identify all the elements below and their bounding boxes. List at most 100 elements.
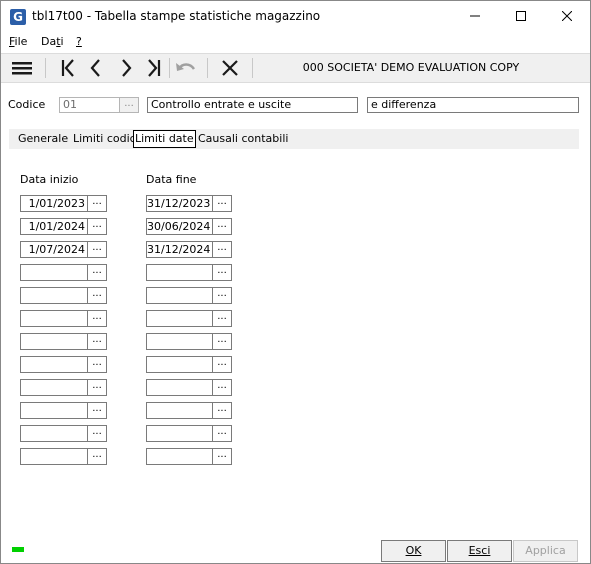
- date-end-input[interactable]: [147, 265, 212, 280]
- date-start-row: ...: [20, 448, 107, 465]
- date-end-input[interactable]: [147, 449, 212, 464]
- menu-dati-start: Da: [41, 35, 57, 48]
- date-end-picker-button[interactable]: ...: [212, 265, 231, 280]
- date-end-picker-button[interactable]: ...: [212, 219, 231, 234]
- date-start-input[interactable]: [21, 288, 87, 303]
- title-bar[interactable]: G tbl17t00 - Tabella stampe statistiche …: [1, 1, 590, 31]
- delete-icon: [222, 60, 238, 76]
- next-record-button[interactable]: [113, 56, 139, 80]
- date-start-picker-button[interactable]: ...: [87, 265, 106, 280]
- esci-button[interactable]: Esci: [447, 540, 512, 562]
- date-end-picker-button[interactable]: ...: [212, 311, 231, 326]
- date-end-picker-button[interactable]: ...: [212, 288, 231, 303]
- date-end-input[interactable]: 31/12/2024: [147, 242, 212, 257]
- applica-button[interactable]: Applica: [513, 540, 578, 562]
- date-end-picker-button[interactable]: ...: [212, 403, 231, 418]
- date-start-picker-button[interactable]: ...: [87, 311, 106, 326]
- tab-generale[interactable]: Generale: [18, 132, 68, 145]
- date-start-input[interactable]: [21, 403, 87, 418]
- date-end-row: ...: [146, 379, 232, 396]
- codice-field[interactable]: 01: [59, 97, 120, 113]
- description-field[interactable]: Controllo entrate e uscite: [147, 97, 358, 113]
- minimize-icon: [470, 15, 480, 17]
- date-start-input[interactable]: [21, 311, 87, 326]
- tab-strip: Generale Limiti codici Limiti date Causa…: [9, 129, 579, 149]
- toolbar: 000 SOCIETA' DEMO EVALUATION COPY: [1, 53, 590, 83]
- date-end-input[interactable]: [147, 288, 212, 303]
- ok-button[interactable]: OK: [381, 540, 446, 562]
- codice-label: Codice: [8, 98, 46, 111]
- maximize-button[interactable]: [498, 1, 544, 31]
- date-end-picker-button[interactable]: ...: [212, 449, 231, 464]
- last-record-button[interactable]: [141, 56, 167, 80]
- previous-record-icon: [90, 59, 100, 77]
- date-start-picker-button[interactable]: ...: [87, 403, 106, 418]
- date-start-row: ...: [20, 287, 107, 304]
- date-start-picker-button[interactable]: ...: [87, 196, 106, 211]
- date-start-picker-button[interactable]: ...: [87, 380, 106, 395]
- date-start-input[interactable]: 1/01/2023: [21, 196, 87, 211]
- date-start-row: ...: [20, 264, 107, 281]
- date-end-picker-button[interactable]: ...: [212, 242, 231, 257]
- date-end-input[interactable]: [147, 357, 212, 372]
- toolbar-separator: [252, 58, 253, 78]
- maximize-icon: [516, 11, 526, 21]
- menu-button[interactable]: [9, 56, 35, 80]
- previous-record-button[interactable]: [83, 56, 109, 80]
- date-end-input[interactable]: [147, 380, 212, 395]
- date-start-input[interactable]: [21, 334, 87, 349]
- tab-limiti-codici[interactable]: Limiti codici: [73, 132, 139, 145]
- toolbar-separator: [169, 58, 170, 78]
- menu-file[interactable]: File: [9, 35, 27, 48]
- first-record-button[interactable]: [55, 56, 81, 80]
- date-start-picker-button[interactable]: ...: [87, 334, 106, 349]
- date-start-input[interactable]: [21, 357, 87, 372]
- codice-lookup-button[interactable]: ...: [119, 97, 139, 113]
- date-end-input[interactable]: [147, 403, 212, 418]
- menu-icon: [12, 62, 32, 75]
- delete-button[interactable]: [217, 56, 243, 80]
- close-button[interactable]: [544, 1, 590, 31]
- date-end-input[interactable]: [147, 426, 212, 441]
- menu-dati[interactable]: Dati: [41, 35, 64, 48]
- undo-icon: [176, 63, 196, 71]
- date-end-picker-button[interactable]: ...: [212, 357, 231, 372]
- date-start-input[interactable]: 1/07/2024: [21, 242, 87, 257]
- date-end-picker-button[interactable]: ...: [212, 426, 231, 441]
- menu-help-label: ?: [76, 35, 82, 48]
- date-start-row: ...: [20, 310, 107, 327]
- tab-causali-contabili[interactable]: Causali contabili: [198, 132, 288, 145]
- date-end-input[interactable]: 30/06/2024: [147, 219, 212, 234]
- date-start-picker-button[interactable]: ...: [87, 242, 106, 257]
- status-indicator: [12, 547, 24, 552]
- date-start-input[interactable]: 1/01/2024: [21, 219, 87, 234]
- company-name: 000 SOCIETA' DEMO EVALUATION COPY: [302, 61, 520, 74]
- date-end-row: ...: [146, 310, 232, 327]
- date-end-picker-button[interactable]: ...: [212, 196, 231, 211]
- date-start-input[interactable]: [21, 426, 87, 441]
- undo-button[interactable]: [173, 56, 199, 80]
- date-end-input[interactable]: [147, 334, 212, 349]
- next-record-icon: [122, 59, 132, 77]
- esci-button-label: Esci: [468, 544, 491, 557]
- date-start-input[interactable]: [21, 449, 87, 464]
- menu-help[interactable]: ?: [76, 35, 82, 48]
- tab-limiti-date[interactable]: Limiti date: [133, 130, 196, 148]
- date-start-picker-button[interactable]: ...: [87, 288, 106, 303]
- data-fine-label: Data fine: [146, 173, 197, 186]
- date-start-row: 1/07/2024...: [20, 241, 107, 258]
- date-start-picker-button[interactable]: ...: [87, 219, 106, 234]
- date-start-row: ...: [20, 333, 107, 350]
- date-start-picker-button[interactable]: ...: [87, 357, 106, 372]
- date-start-input[interactable]: [21, 380, 87, 395]
- date-start-input[interactable]: [21, 265, 87, 280]
- date-end-picker-button[interactable]: ...: [212, 334, 231, 349]
- date-end-picker-button[interactable]: ...: [212, 380, 231, 395]
- date-end-input[interactable]: [147, 311, 212, 326]
- date-start-picker-button[interactable]: ...: [87, 449, 106, 464]
- date-start-picker-button[interactable]: ...: [87, 426, 106, 441]
- minimize-button[interactable]: [452, 1, 498, 31]
- data-inizio-label: Data inizio: [20, 173, 79, 186]
- description-extra-field[interactable]: e differenza: [367, 97, 579, 113]
- date-end-input[interactable]: 31/12/2023: [147, 196, 212, 211]
